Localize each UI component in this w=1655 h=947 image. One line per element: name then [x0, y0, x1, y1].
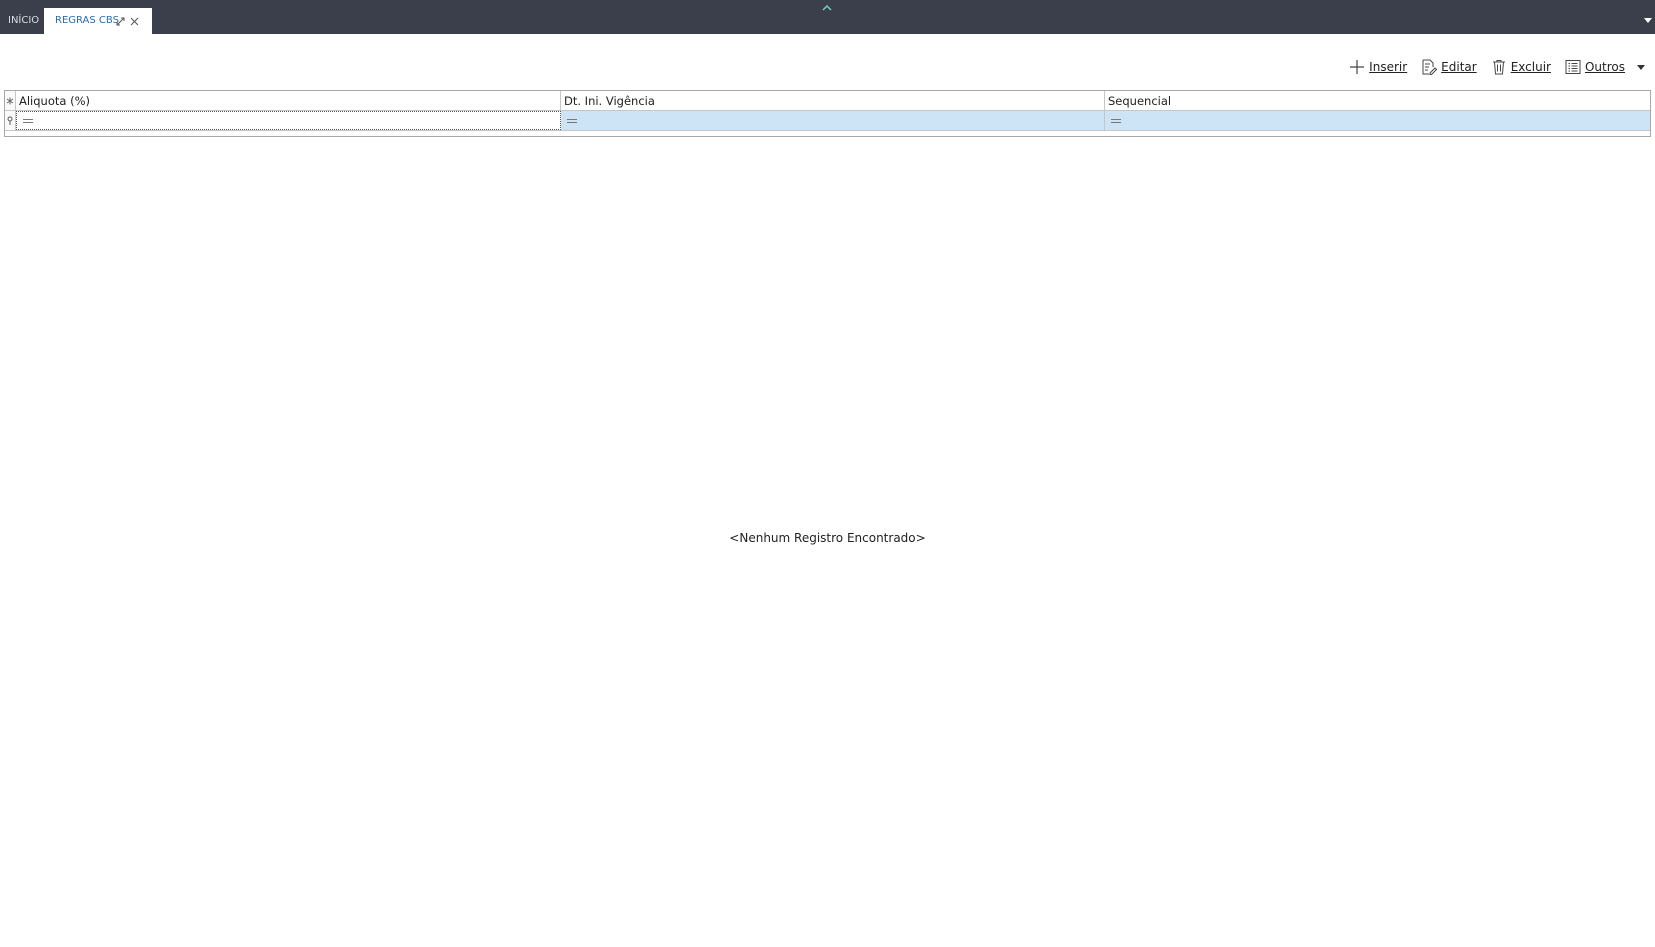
filter-cell-dt-ini-vigencia[interactable]	[561, 111, 1105, 130]
data-grid: Aliquota (%) Dt. Ini. Vigência Sequencia…	[4, 90, 1651, 137]
edit-button[interactable]: Editar	[1421, 56, 1477, 78]
edit-icon	[1422, 59, 1438, 75]
insert-label: Inserir	[1369, 60, 1408, 74]
tab-regras-cbs-label: REGRAS CBS	[55, 15, 119, 26]
filter-row-indicator	[5, 111, 16, 130]
filter-row	[5, 111, 1650, 131]
delete-label: Excluir	[1510, 60, 1551, 74]
column-header-aliquota[interactable]: Aliquota (%)	[16, 91, 561, 110]
tab-regras-cbs[interactable]: REGRAS CBS	[44, 8, 152, 34]
equals-icon	[567, 118, 577, 123]
filter-cell-sequencial[interactable]	[1105, 111, 1650, 130]
delete-button[interactable]: Excluir	[1491, 56, 1551, 78]
asterisk-icon	[6, 97, 14, 104]
filter-pin-icon	[7, 116, 13, 125]
list-icon	[1565, 60, 1581, 74]
others-label: Outros	[1584, 60, 1625, 74]
tab-bar: INÍCIO REGRAS CBS	[0, 0, 1655, 34]
close-icon[interactable]	[128, 8, 140, 34]
insert-button[interactable]: Inserir	[1349, 56, 1407, 78]
empty-state-message: <Nenhum Registro Encontrado>	[729, 531, 926, 545]
column-header-dt-ini-vigencia[interactable]: Dt. Ini. Vigência	[561, 91, 1105, 110]
trash-icon	[1492, 60, 1505, 75]
select-all-indicator[interactable]	[5, 91, 16, 110]
caret-down-icon[interactable]	[1641, 10, 1655, 23]
grid-header: Aliquota (%) Dt. Ini. Vigência Sequencia…	[5, 91, 1650, 111]
expand-icon[interactable]	[114, 8, 126, 34]
chevron-down-icon	[1637, 65, 1645, 70]
chevron-up-icon[interactable]	[820, 0, 834, 11]
equals-icon	[1111, 118, 1121, 123]
toolbar: Inserir Editar Excluir Outros	[1349, 56, 1647, 78]
plus-icon	[1350, 60, 1365, 74]
tab-inicio-label: INÍCIO	[8, 15, 40, 26]
others-button[interactable]: Outros	[1565, 56, 1647, 78]
tab-inicio[interactable]: INÍCIO	[0, 8, 44, 34]
equals-icon	[23, 118, 33, 123]
edit-label: Editar	[1441, 60, 1477, 74]
filter-cell-aliquota[interactable]	[16, 111, 561, 130]
column-header-sequencial[interactable]: Sequencial	[1105, 91, 1650, 110]
